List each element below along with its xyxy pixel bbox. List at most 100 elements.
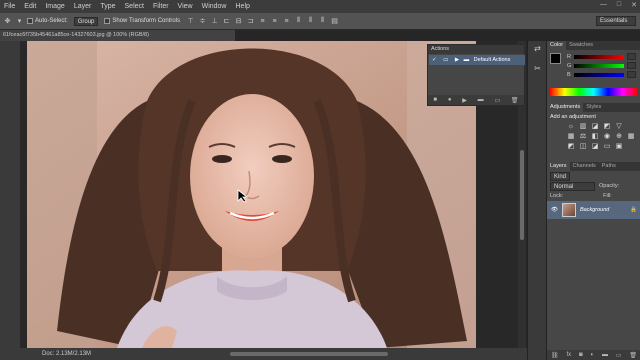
align-top-icon[interactable]: ⊤ — [186, 17, 195, 26]
delete-layer-icon[interactable]: 🗑 — [629, 352, 637, 359]
color-panel: R G B — [547, 50, 640, 88]
actions-panel: Actions ✓ ▭ ▶ ▬ Default Actions ■ ● ▶ ▬ … — [427, 44, 525, 106]
history-icon[interactable]: ⇄ — [532, 43, 543, 54]
align-bottom-icon[interactable]: ⊥ — [210, 17, 219, 26]
minimize-button[interactable]: — — [600, 1, 607, 9]
curves-icon[interactable]: ◪ — [591, 123, 599, 131]
lookup-icon[interactable]: ▦ — [627, 133, 635, 141]
vibrance-icon[interactable]: ▽ — [615, 123, 623, 131]
show-transform-checkbox[interactable]: Show Transform Controls — [104, 18, 180, 24]
align-middle-icon[interactable]: ≑ — [198, 17, 207, 26]
distribute-2-icon[interactable]: ≡ — [270, 17, 279, 26]
auto-select-checkbox[interactable]: Auto-Select: — [27, 18, 68, 24]
menu-filter[interactable]: Filter — [153, 3, 169, 10]
layer-name: Background — [579, 207, 610, 213]
check-icon[interactable]: ✓ — [432, 57, 437, 63]
tab-channels[interactable]: Channels — [570, 162, 599, 171]
posterize-icon[interactable]: ◫ — [579, 143, 587, 151]
link-icon[interactable]: ⛓ — [551, 352, 559, 359]
mixer-icon[interactable]: ⊕ — [615, 133, 623, 141]
auto-align-icon[interactable]: ▤ — [330, 17, 339, 26]
tools-options-icon[interactable]: ✂ — [532, 63, 543, 74]
action-set-name: Default Actions — [473, 57, 511, 63]
selective-color-icon[interactable]: ▣ — [615, 143, 623, 151]
tab-styles[interactable]: Styles — [583, 103, 604, 112]
blend-mode-dropdown[interactable]: Normal — [550, 181, 595, 191]
levels-icon[interactable]: ▥ — [579, 123, 587, 131]
exposure-icon[interactable]: ◩ — [603, 123, 611, 131]
actions-tab[interactable]: Actions — [428, 45, 524, 54]
vertical-scroll-thumb[interactable] — [520, 150, 524, 240]
red-slider-row[interactable]: R — [567, 52, 636, 61]
expand-icon[interactable]: ▶ — [455, 57, 459, 63]
balance-icon[interactable]: ⚖ — [579, 133, 587, 141]
trash-icon[interactable]: 🗑 — [511, 97, 519, 104]
distribute-6-icon[interactable]: ⦀ — [318, 17, 327, 26]
menu-layer[interactable]: Layer — [74, 3, 92, 10]
workspace-dropdown[interactable]: Essentials — [596, 16, 636, 26]
dialog-toggle-icon[interactable]: ▭ — [443, 57, 448, 63]
distribute-4-icon[interactable]: ⦀ — [294, 17, 303, 26]
document-tab[interactable]: 61fceac6f735b45461a85ce-14327603.jpg @ 1… — [0, 30, 235, 41]
default-actions-row[interactable]: ✓ ▭ ▶ ▬ Default Actions — [429, 55, 525, 65]
color-ramp[interactable] — [550, 88, 637, 96]
align-center-icon[interactable]: ⊟ — [234, 17, 243, 26]
bw-icon[interactable]: ◧ — [591, 133, 599, 141]
visibility-eye-icon[interactable]: 👁 — [551, 207, 558, 213]
new-set-icon[interactable]: ▬ — [478, 97, 484, 103]
close-button[interactable]: ✕ — [631, 1, 637, 9]
foreground-swatch[interactable] — [550, 53, 561, 64]
menu-select[interactable]: Select — [125, 3, 144, 10]
tab-layers[interactable]: Layers — [547, 162, 570, 171]
lock-label: Lock: — [550, 193, 564, 199]
new-layer-icon[interactable]: ▭ — [616, 352, 622, 359]
menu-image[interactable]: Image — [45, 3, 64, 10]
menu-help[interactable]: Help — [236, 3, 250, 10]
auto-select-dropdown[interactable]: Group — [73, 16, 99, 26]
doc-size-readout: Doc: 2.13M/2.13M — [42, 351, 92, 357]
fx-icon[interactable]: fx — [566, 352, 571, 358]
threshold-icon[interactable]: ◪ — [591, 143, 599, 151]
stop-icon[interactable]: ■ — [433, 97, 437, 103]
record-icon[interactable]: ● — [448, 97, 452, 103]
horizontal-scroll-thumb[interactable] — [230, 352, 388, 356]
tab-swatches[interactable]: Swatches — [566, 41, 596, 50]
play-icon[interactable]: ▶ — [462, 97, 467, 104]
layers-footer: ⛓ fx ◙ ◐ ▬ ▭ 🗑 — [547, 350, 640, 360]
mask-icon[interactable]: ◙ — [579, 352, 583, 358]
tab-color[interactable]: Color — [547, 41, 567, 50]
brightness-icon[interactable]: ☼ — [567, 123, 575, 131]
blue-slider-row[interactable]: B — [567, 70, 636, 79]
gradient-map-icon[interactable]: ▭ — [603, 143, 611, 151]
menu-window[interactable]: Window — [202, 3, 227, 10]
fill-label: Fill: — [603, 193, 612, 199]
tool-preset-dropdown-icon[interactable]: ▾ — [15, 17, 24, 26]
new-action-icon[interactable]: ▭ — [494, 97, 500, 104]
layer-row-background[interactable]: 👁 Background 🔒 — [547, 201, 640, 219]
adjustments-tabs: Adjustments Styles — [547, 103, 640, 112]
distribute-icon[interactable]: ≡ — [258, 17, 267, 26]
adjustment-icons: ☼ ▥ ◪ ◩ ▽ ▦ ⚖ ◧ ◉ ⊕ ▦ ◩ ◫ ◪ ▭ ▣ — [547, 122, 640, 152]
kind-filter-dropdown[interactable]: Kind — [550, 171, 571, 181]
menu-view[interactable]: View — [178, 3, 193, 10]
tab-paths[interactable]: Paths — [599, 162, 619, 171]
align-left-icon[interactable]: ⊏ — [222, 17, 231, 26]
blend-row: Normal Opacity: — [547, 181, 640, 191]
move-tool-icon[interactable]: ✥ — [3, 17, 12, 26]
maximize-button[interactable]: □ — [617, 1, 621, 9]
right-panel-dock: Color Swatches R G B Adjustments Styles … — [546, 41, 640, 360]
menu-file[interactable]: File — [4, 3, 15, 10]
tab-adjustments[interactable]: Adjustments — [547, 103, 584, 112]
align-right-icon[interactable]: ⊐ — [246, 17, 255, 26]
group-icon[interactable]: ▬ — [602, 352, 608, 358]
photo-filter-icon[interactable]: ◉ — [603, 133, 611, 141]
hue-icon[interactable]: ▦ — [567, 133, 575, 141]
invert-icon[interactable]: ◩ — [567, 143, 575, 151]
adjustment-layer-icon[interactable]: ◐ — [590, 352, 594, 358]
menu-type[interactable]: Type — [100, 3, 115, 10]
distribute-3-icon[interactable]: ≡ — [282, 17, 291, 26]
distribute-5-icon[interactable]: ⦀ — [306, 17, 315, 26]
green-slider-row[interactable]: G — [567, 61, 637, 70]
menu-edit[interactable]: Edit — [24, 3, 36, 10]
document-image[interactable] — [27, 41, 476, 348]
